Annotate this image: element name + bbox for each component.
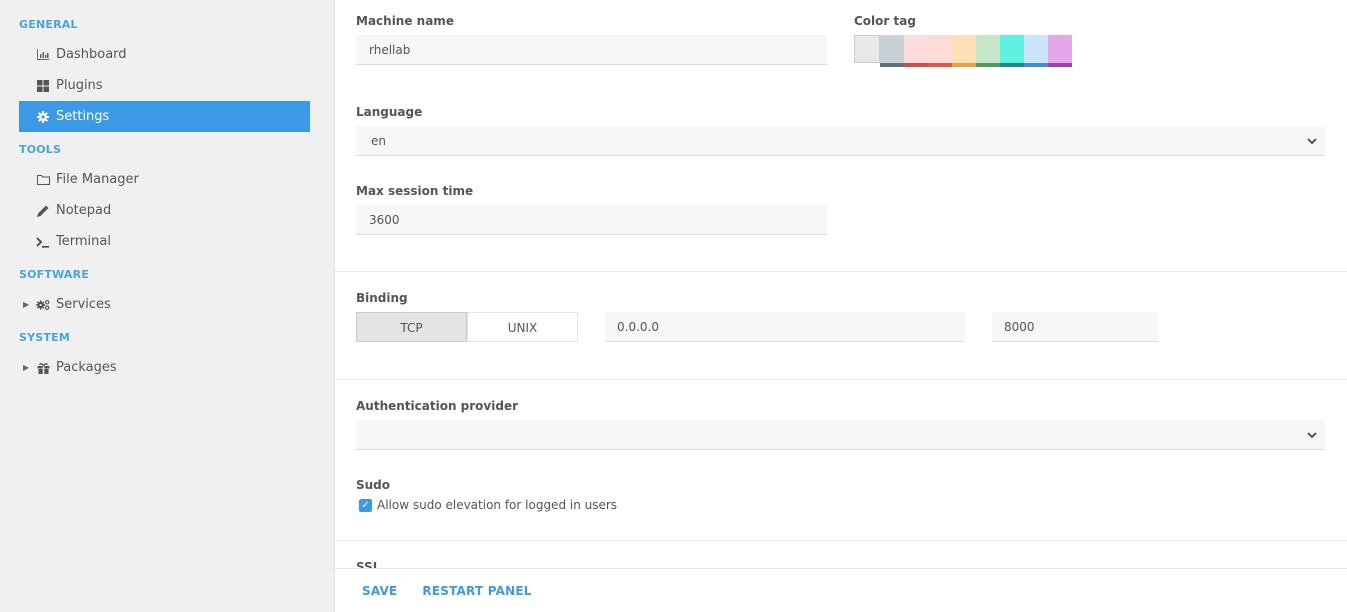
sidebar-item-label: Plugins — [56, 78, 103, 93]
sidebar-item-settings[interactable]: Settings — [19, 101, 310, 132]
sidebar-item-label: Settings — [56, 109, 110, 124]
max-session-input[interactable]: 3600 — [356, 205, 827, 235]
binding-unix-button[interactable]: UNIX — [467, 312, 578, 342]
color-swatch[interactable] — [880, 35, 904, 67]
sidebar-section-system: SYSTEM — [19, 331, 70, 344]
color-swatch-bar — [976, 63, 1000, 67]
chevron-down-icon — [1307, 126, 1317, 167]
max-session-label: Max session time — [356, 184, 474, 198]
sidebar-item-label: Terminal — [56, 234, 111, 249]
save-button[interactable]: SAVE — [362, 584, 397, 598]
binding-tcp-button[interactable]: TCP — [356, 312, 467, 342]
settings-panel: Machine name rhellab Color tag Language … — [335, 0, 1347, 612]
gift-icon — [36, 361, 50, 375]
color-swatch[interactable] — [976, 35, 1000, 67]
sidebar-item-notepad[interactable]: Notepad — [19, 195, 310, 226]
restart-panel-button[interactable]: RESTART PANEL — [422, 584, 531, 598]
checkmark-icon[interactable]: ✓ — [359, 498, 372, 512]
sidebar-item-label: Dashboard — [56, 47, 127, 62]
color-swatch[interactable] — [854, 35, 880, 63]
sidebar-section-general: GENERAL — [19, 18, 78, 31]
sidebar-item-label: Notepad — [56, 203, 112, 218]
color-swatch-bar — [880, 63, 904, 67]
sidebar-item-file-manager[interactable]: File Manager — [19, 164, 310, 195]
grid-icon — [36, 79, 50, 93]
sidebar-item-label: Packages — [56, 360, 117, 375]
sidebar-item-label: File Manager — [56, 172, 139, 187]
color-swatch[interactable] — [1024, 35, 1048, 67]
sidebar-item-services[interactable]: ▶ Services — [19, 289, 310, 320]
color-swatch[interactable] — [1000, 35, 1024, 67]
color-tag-label: Color tag — [854, 14, 916, 28]
sidebar-item-dashboard[interactable]: Dashboard — [19, 39, 310, 70]
sidebar-section-software: SOFTWARE — [19, 268, 90, 281]
color-swatch[interactable] — [1048, 35, 1072, 67]
sudo-checkbox[interactable]: ✓ Allow sudo elevation for logged in use… — [356, 498, 1325, 512]
color-swatch[interactable] — [928, 35, 952, 67]
machine-name-label: Machine name — [356, 14, 454, 28]
terminal-icon — [36, 235, 50, 249]
caret-right-icon[interactable]: ▶ — [23, 363, 29, 372]
sidebar-section-tools: TOOLS — [19, 143, 62, 156]
sudo-checkbox-label: Allow sudo elevation for logged in users — [377, 498, 618, 512]
binding-label: Binding — [356, 291, 408, 305]
language-value: en — [371, 134, 386, 148]
sidebar-item-plugins[interactable]: Plugins — [19, 70, 310, 101]
color-swatch-bar — [1048, 63, 1072, 67]
action-footer: SAVE RESTART PANEL — [335, 568, 1347, 612]
dashboard-chart-icon — [36, 48, 50, 62]
app-root: GENERAL Dashboard Plugins Settings TOOLS — [0, 0, 1347, 612]
language-select[interactable]: en — [356, 126, 1325, 156]
language-label: Language — [356, 105, 423, 119]
chevron-down-icon — [1307, 420, 1317, 461]
color-swatch-bar — [928, 63, 952, 67]
binding-type-toggle: TCP UNIX — [356, 312, 578, 342]
sidebar-item-packages[interactable]: ▶ Packages — [19, 352, 310, 383]
caret-right-icon[interactable]: ▶ — [23, 300, 29, 309]
machine-name-input[interactable]: rhellab — [356, 35, 827, 65]
sidebar: GENERAL Dashboard Plugins Settings TOOLS — [0, 0, 335, 612]
color-swatch-bar — [904, 63, 928, 67]
color-tag-picker — [854, 35, 1072, 67]
sidebar-item-terminal[interactable]: Terminal — [19, 226, 310, 257]
binding-host-input[interactable]: 0.0.0.0 — [605, 312, 965, 342]
sudo-label: Sudo — [356, 478, 391, 492]
color-swatch-bar — [952, 63, 976, 67]
color-swatch-bar — [1024, 63, 1048, 67]
sidebar-item-label: Services — [56, 297, 111, 312]
pencil-icon — [36, 204, 50, 218]
gears-icon — [36, 298, 50, 312]
color-swatch[interactable] — [904, 35, 928, 67]
gear-icon — [36, 110, 50, 124]
binding-port-input[interactable]: 8000 — [992, 312, 1159, 342]
folder-icon — [36, 173, 50, 187]
auth-provider-select[interactable] — [356, 420, 1325, 450]
color-swatch-bar — [1000, 63, 1024, 67]
auth-provider-label: Authentication provider — [356, 399, 518, 413]
color-swatch[interactable] — [952, 35, 976, 67]
